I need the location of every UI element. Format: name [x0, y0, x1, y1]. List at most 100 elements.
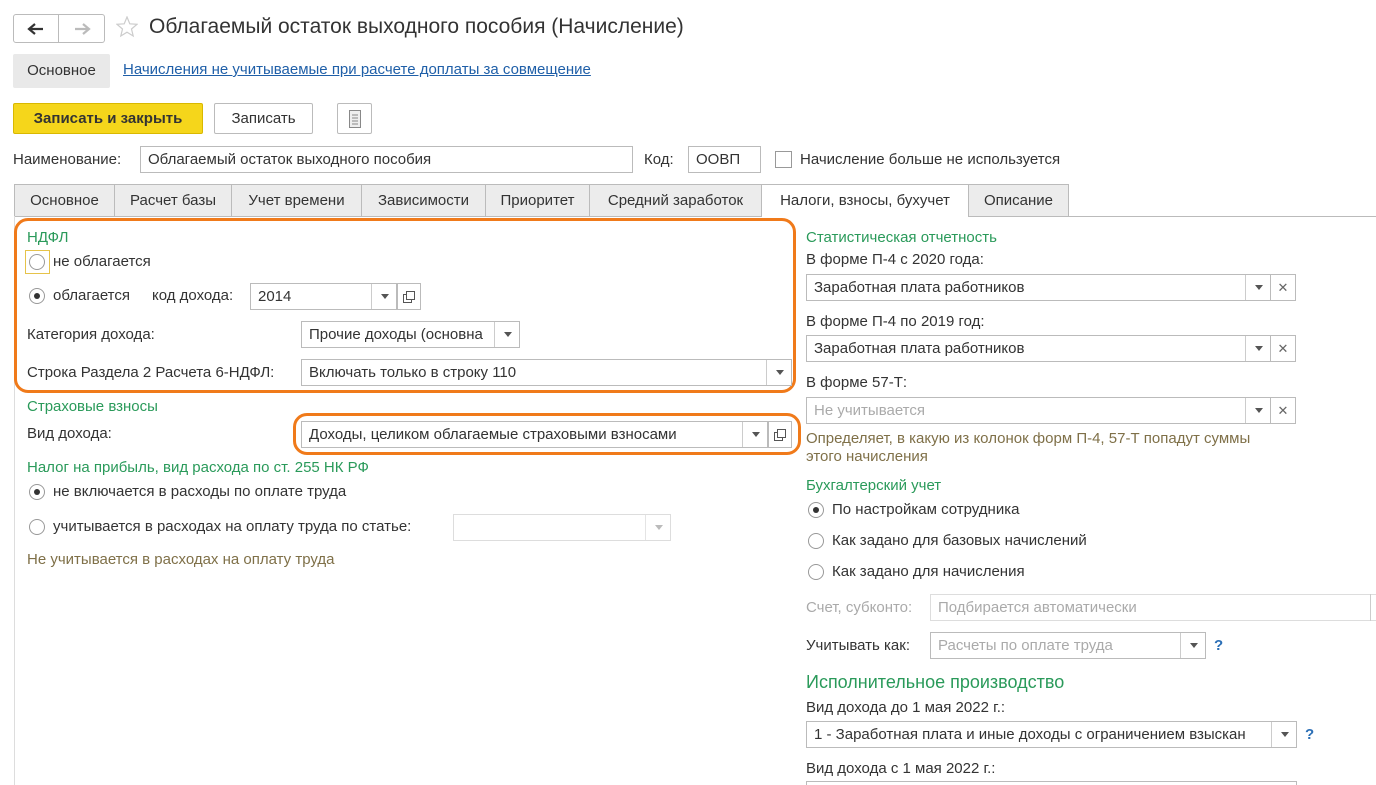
open-window-icon — [403, 290, 415, 303]
name-label: Наименование: — [13, 151, 122, 168]
profit-tax-included-label: учитывается в расходах на оплату труда п… — [53, 518, 412, 535]
income-category-select[interactable]: Прочие доходы (основна — [301, 321, 520, 348]
account-input-edge — [1370, 594, 1371, 621]
enforcement-before-value: 1 - Заработная плата и иные доходы с огр… — [814, 726, 1246, 743]
chevron-down-icon — [380, 294, 389, 299]
open-window-icon — [774, 428, 786, 441]
income-code-dropdown[interactable] — [371, 284, 396, 309]
accounting-employee-settings-label: По настройкам сотрудника — [832, 501, 1020, 518]
form57-select[interactable]: Не учитывается — [806, 397, 1271, 424]
ndfl-row-dropdown[interactable] — [766, 360, 791, 385]
ndfl-row-label: Строка Раздела 2 Расчета 6-НДФЛ: — [27, 364, 275, 381]
income-category-dropdown[interactable] — [494, 322, 519, 347]
income-category-label: Категория дохода: — [27, 326, 155, 343]
close-icon: ✕ — [1277, 340, 1289, 356]
account-as-select[interactable]: Расчеты по оплате труда — [930, 632, 1206, 659]
form57-dropdown[interactable] — [1245, 398, 1270, 423]
form57-value: Не учитывается — [814, 402, 925, 419]
profit-tax-excluded-radio[interactable] — [29, 484, 45, 500]
income-code-label: код дохода: — [152, 287, 234, 304]
p4-2020-clear-button[interactable]: ✕ — [1270, 274, 1296, 301]
p4-2020-dropdown[interactable] — [1245, 275, 1270, 300]
ndfl-title: НДФЛ — [27, 229, 69, 246]
insurance-income-type-dropdown[interactable] — [742, 422, 767, 447]
form57-clear-button[interactable]: ✕ — [1270, 397, 1296, 424]
tab-dependencies[interactable]: Зависимости — [361, 184, 486, 216]
profit-tax-included-radio[interactable] — [29, 519, 45, 535]
star-icon — [115, 15, 139, 38]
insurance-income-type-select[interactable]: Доходы, целиком облагаемые страховыми вз… — [301, 421, 768, 448]
code-input[interactable]: ООВП — [688, 146, 761, 173]
income-code-value: 2014 — [258, 288, 292, 305]
chevron-down-icon — [775, 370, 784, 375]
enforcement-after-select[interactable] — [806, 781, 1297, 785]
tab-main[interactable]: Основное — [14, 184, 115, 216]
ndfl-row-select[interactable]: Включать только в строку 110 — [301, 359, 792, 386]
p4-2020-label: В форме П-4 с 2020 года: — [806, 251, 984, 268]
stats-note-line2: этого начисления — [806, 448, 928, 465]
p4-2019-clear-button[interactable]: ✕ — [1270, 335, 1296, 362]
ndfl-taxed-radio[interactable] — [29, 288, 45, 304]
back-button[interactable] — [13, 14, 59, 43]
tab-average-earnings[interactable]: Средний заработок — [589, 184, 762, 216]
enforcement-before-select[interactable]: 1 - Заработная плата и иные доходы с огр… — [806, 721, 1297, 748]
account-as-dropdown[interactable] — [1180, 633, 1205, 658]
code-label: Код: — [644, 151, 674, 168]
ndfl-not-taxed-radio[interactable] — [29, 254, 45, 270]
account-as-help-icon[interactable]: ? — [1214, 637, 1223, 654]
tab-taxes-accounting[interactable]: Налоги, взносы, бухучет — [761, 184, 969, 217]
insurance-income-type-label: Вид дохода: — [27, 425, 112, 442]
chevron-down-icon — [1254, 346, 1263, 351]
p4-2019-select[interactable]: Заработная плата работников — [806, 335, 1271, 362]
accounting-accrual-radio[interactable] — [808, 564, 824, 580]
close-icon: ✕ — [1277, 402, 1289, 418]
income-code-open-button[interactable] — [397, 283, 421, 310]
name-input[interactable]: Облагаемый остаток выходного пособия — [140, 146, 633, 173]
profit-tax-article-select[interactable] — [453, 514, 671, 541]
insurance-open-button[interactable] — [768, 421, 792, 448]
tab-description[interactable]: Описание — [968, 184, 1069, 216]
chevron-down-icon — [1189, 643, 1198, 648]
enforcement-before-label: Вид дохода до 1 мая 2022 г.: — [806, 699, 1006, 716]
accounting-title: Бухгалтерский учет — [806, 477, 942, 494]
chevron-down-icon — [503, 332, 512, 337]
enforcement-before-dropdown[interactable] — [1271, 722, 1296, 747]
p4-2020-select[interactable]: Заработная плата работников — [806, 274, 1271, 301]
unused-label: Начисление больше не используется — [800, 151, 1061, 168]
tab-divider-right — [969, 216, 1376, 217]
more-actions-button[interactable] — [337, 103, 372, 134]
profit-tax-title: Налог на прибыль, вид расхода по ст. 255… — [27, 459, 369, 476]
enforcement-title: Исполнительное производство — [806, 672, 1065, 692]
account-input[interactable]: Подбирается автоматически — [930, 594, 1376, 621]
accounting-accrual-label: Как задано для начисления — [832, 563, 1025, 580]
window-title: Облагаемый остаток выходного пособия (На… — [149, 15, 684, 38]
income-code-select[interactable]: 2014 — [250, 283, 397, 310]
enforcement-help-icon[interactable]: ? — [1305, 726, 1314, 743]
tab-base-calculation[interactable]: Расчет базы — [114, 184, 232, 216]
account-label: Счет, субконто: — [806, 599, 913, 616]
tab-priority[interactable]: Приоритет — [485, 184, 590, 216]
enforcement-after-label: Вид дохода с 1 мая 2022 г.: — [806, 760, 996, 777]
save-button[interactable]: Записать — [214, 103, 313, 134]
arrow-right-icon — [74, 22, 91, 35]
profit-tax-article-dropdown[interactable] — [645, 515, 670, 540]
ndfl-not-taxed-label: не облагается — [53, 253, 151, 270]
p4-2019-value: Заработная плата работников — [814, 340, 1025, 357]
chevron-down-icon — [1254, 408, 1263, 413]
favorite-star-icon[interactable] — [115, 15, 139, 42]
profit-tax-excluded-label: не включается в расходы по оплате труда — [53, 483, 347, 500]
main-section-link[interactable]: Основное — [13, 54, 110, 88]
profit-tax-note: Не учитывается в расходах на оплату труд… — [27, 551, 335, 568]
accounting-base-accruals-radio[interactable] — [808, 533, 824, 549]
accounting-employee-settings-radio[interactable] — [808, 502, 824, 518]
p4-2019-dropdown[interactable] — [1245, 336, 1270, 361]
tab-divider-left — [14, 216, 761, 217]
tab-time-tracking[interactable]: Учет времени — [231, 184, 362, 216]
account-as-value: Расчеты по оплате труда — [938, 637, 1113, 654]
accruals-not-considered-link[interactable]: Начисления не учитываемые при расчете до… — [123, 61, 591, 78]
insurance-title: Страховые взносы — [27, 398, 158, 415]
chevron-down-icon — [1254, 285, 1263, 290]
forward-button[interactable] — [59, 14, 105, 43]
unused-checkbox[interactable] — [775, 151, 792, 168]
save-and-close-button[interactable]: Записать и закрыть — [13, 103, 203, 134]
